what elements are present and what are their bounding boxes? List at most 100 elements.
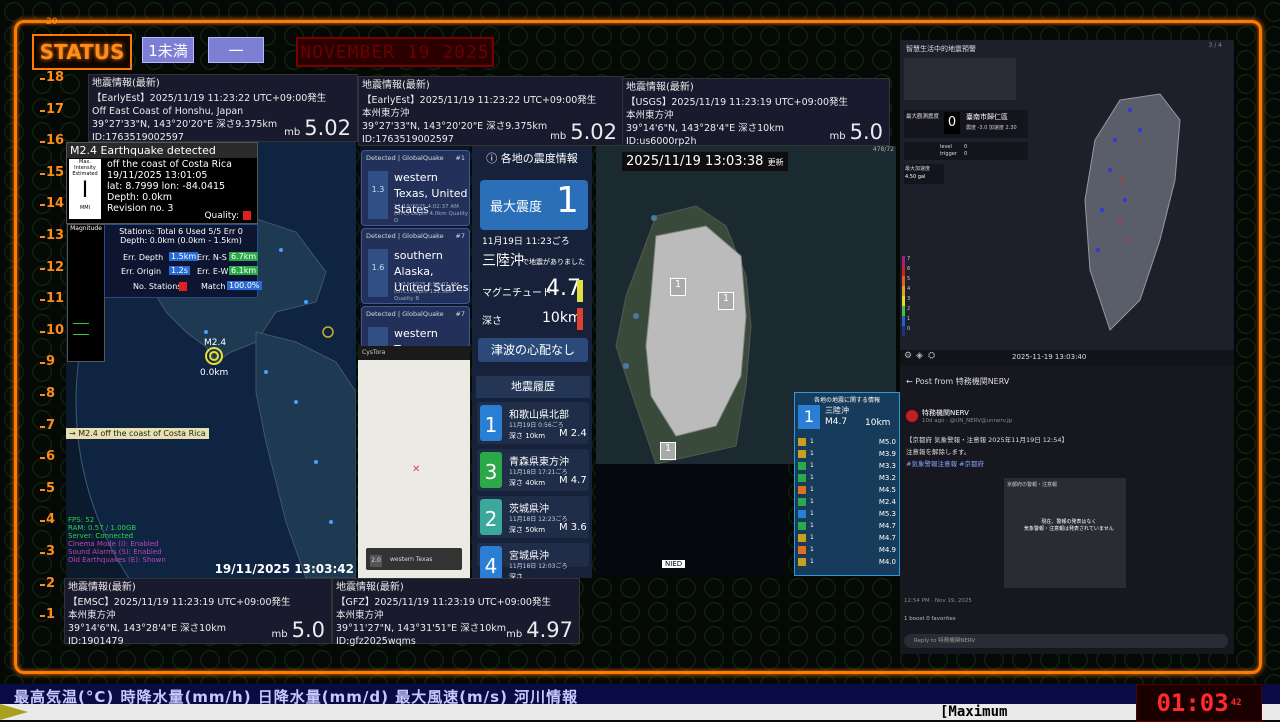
tw-acc-val: 4.50 gal <box>905 174 926 180</box>
ruler-tick <box>40 394 45 396</box>
quality-indicator <box>243 211 251 220</box>
detection-place: off the coast of Costa Rica <box>107 159 232 170</box>
scale-step: 1 <box>902 316 912 326</box>
post-name[interactable]: 特務機関NERV <box>922 408 969 418</box>
marker-mag: M2.4 <box>204 338 227 348</box>
tw-acc-box: 最大加速度 4.50 gal <box>904 164 944 184</box>
post-tags[interactable]: #気象警報注意報 #京都府 <box>906 458 1068 470</box>
card-header: 【GFZ】2025/11/19 11:23:19 UTC+09:00発生 <box>336 597 551 608</box>
history-item[interactable]: 2 茨城県沖 11月18日 12:23ごろ 深さ 50km M 3.6 <box>477 496 589 538</box>
map-time-value: 2025/11/19 13:03:38 <box>626 154 764 169</box>
info-row[interactable]: 1 M5.0 <box>798 437 896 446</box>
post-image[interactable]: 京都府の警報・注意報 現在、警報の発表はなく 気象警報・注意報は発表されていませ… <box>1004 478 1126 588</box>
map-clock: 19/11/2025 13:03:42 <box>214 562 354 576</box>
post-line1: 【京都府 気象警報・注意報 2025年11月19日 12:54】 <box>906 436 1069 444</box>
scale-step: 0 <box>902 326 912 336</box>
row-int: 1 <box>810 510 814 517</box>
gq-sub: 11/19/2025 3:58:07 AM (UTC) Depth 131.5k… <box>394 282 459 302</box>
row-mag: M3.3 <box>878 461 896 470</box>
card-title: 地震情報(最新) <box>362 80 430 91</box>
detection-depth: Depth: 0.0km <box>107 192 173 203</box>
history-depth-label: 深さ <box>509 526 523 534</box>
err-ns-label: Err. N-S <box>197 253 227 262</box>
ruler-tick <box>40 615 45 618</box>
ruler-tick <box>40 299 45 302</box>
row-int: 1 <box>810 486 814 493</box>
row-int: 1 <box>810 558 814 565</box>
row-int: 1 <box>810 462 814 469</box>
history-item[interactable]: 1 和歌山県北部 11月19日 0:56ごろ 深さ 10km M 2.4 <box>477 402 589 444</box>
history-depth: 50km <box>525 526 546 534</box>
nied-logo: NIED <box>662 560 686 568</box>
mb-value: 5.0 <box>849 120 883 144</box>
stat-line: Server: Connected <box>68 532 134 540</box>
info-row[interactable]: 1 M4.0 <box>798 557 896 566</box>
history-int: 3 <box>480 452 502 488</box>
depth-range: Depth: 0.0km (0.0km - 1.5km) <box>120 236 242 245</box>
row-int-swatch <box>798 461 806 470</box>
ruler-label: 1 <box>46 607 56 623</box>
info-row[interactable]: 1 M3.9 <box>798 449 896 458</box>
ticker-line2: [Maximum <box>940 704 1008 720</box>
history-title: 地震履歴 <box>476 376 590 398</box>
gq-card[interactable]: Detected | GlobalQuake #1 1.3 western Tex… <box>361 150 470 226</box>
post-handle: 10d ago · @UN_NERV@unnerv.jp <box>922 418 1013 424</box>
tw-settings-icon[interactable]: ⚙ <box>904 351 912 361</box>
info-row[interactable]: 1 M4.5 <box>798 485 896 494</box>
ruler-tick <box>40 457 45 460</box>
info-row[interactable]: 1 M3.2 <box>798 473 896 482</box>
card-header: 【USGS】2025/11/19 11:23:19 UTC+09:00発生 <box>626 97 849 108</box>
row-int: 1 <box>810 438 814 445</box>
mb-value: 4.97 <box>526 618 573 642</box>
info-depth: 10km <box>865 418 891 428</box>
info-row[interactable]: 1 M5.3 <box>798 509 896 518</box>
cystora-map[interactable]: CysTora ✕ 2.0 western Texas <box>358 346 470 578</box>
info-list-title: 各地の地震に関する情報 <box>813 397 880 404</box>
info-row[interactable]: 1 M4.9 <box>798 545 896 554</box>
info-row[interactable]: 1 M2.4 <box>798 497 896 506</box>
ruler-tick <box>40 425 45 428</box>
mmi-label: MMI <box>79 205 91 211</box>
post-line2: 注意報を解除します。 <box>906 448 971 456</box>
err-ns-value: 6.7km <box>229 252 259 261</box>
stat-line: Sound Alarms (S): Enabled <box>68 548 162 556</box>
mb-label: mb <box>284 127 301 138</box>
avatar[interactable] <box>906 410 918 422</box>
history-int: 1 <box>480 405 502 441</box>
gq-card[interactable]: Detected | GlobalQuake #7 1.6 southern Al… <box>361 228 470 304</box>
date-display: NOVEMBER 19 2025 <box>296 37 494 67</box>
info-row[interactable]: 1 M4.7 <box>798 533 896 542</box>
magnitude-label: Magnitude <box>70 225 102 232</box>
cystora-mini-card[interactable]: 2.0 western Texas <box>366 548 462 570</box>
row-int-swatch <box>798 521 806 530</box>
row-int-swatch <box>798 557 806 566</box>
ruler-tick <box>40 204 45 207</box>
mb-label: mb <box>506 629 523 640</box>
tw-filter-icon[interactable]: ⛭ <box>928 351 935 361</box>
station-box: Stations: Total 6 Used 5/5 Err 0 Depth: … <box>104 224 262 298</box>
err-origin-label: Err. Origin <box>121 267 162 276</box>
history-item[interactable]: 3 青森県東方沖 11月18日 17:21ごろ 深さ 40km M 4.7 <box>477 449 589 491</box>
detection-latlon: lat: 8.7999 lon: -84.0415 <box>107 181 226 192</box>
reply-input[interactable]: Reply to 特務機関NERV <box>904 634 1228 648</box>
info-row[interactable]: 1 M4.7 <box>798 521 896 530</box>
tw-layers-icon[interactable]: ◈ <box>916 351 923 361</box>
history-item[interactable]: 4 宮城県沖 11月18日 12:03ごろ 深さ <box>477 543 589 582</box>
depth-label: 深さ <box>482 316 502 327</box>
info-max: 1 <box>798 405 820 429</box>
gq-card[interactable]: Detected | GlobalQuake#7 western Texas, <box>361 306 470 375</box>
ruler-tick <box>40 330 45 333</box>
row-mag: M4.9 <box>878 545 896 554</box>
row-mag: M5.3 <box>878 509 896 518</box>
stat-line: Old Earthquakes (E): Shown <box>68 556 166 564</box>
chip-intensity: 1未満 <box>142 37 194 63</box>
mini-label: western Texas <box>390 556 433 563</box>
no-stations-indicator <box>179 282 187 291</box>
info-row[interactable]: 1 M3.3 <box>798 461 896 470</box>
tw-acc-label: 最大加速度 <box>905 166 931 172</box>
match-label: Match <box>201 282 226 291</box>
card-mb: mb 5.0 <box>272 620 326 641</box>
row-mag: M5.0 <box>878 437 896 446</box>
stats-list: FPS: 52 RAM: 0.57 / 1.00GB Server: Connect… <box>68 516 166 564</box>
history-depth: 40km <box>525 479 546 487</box>
